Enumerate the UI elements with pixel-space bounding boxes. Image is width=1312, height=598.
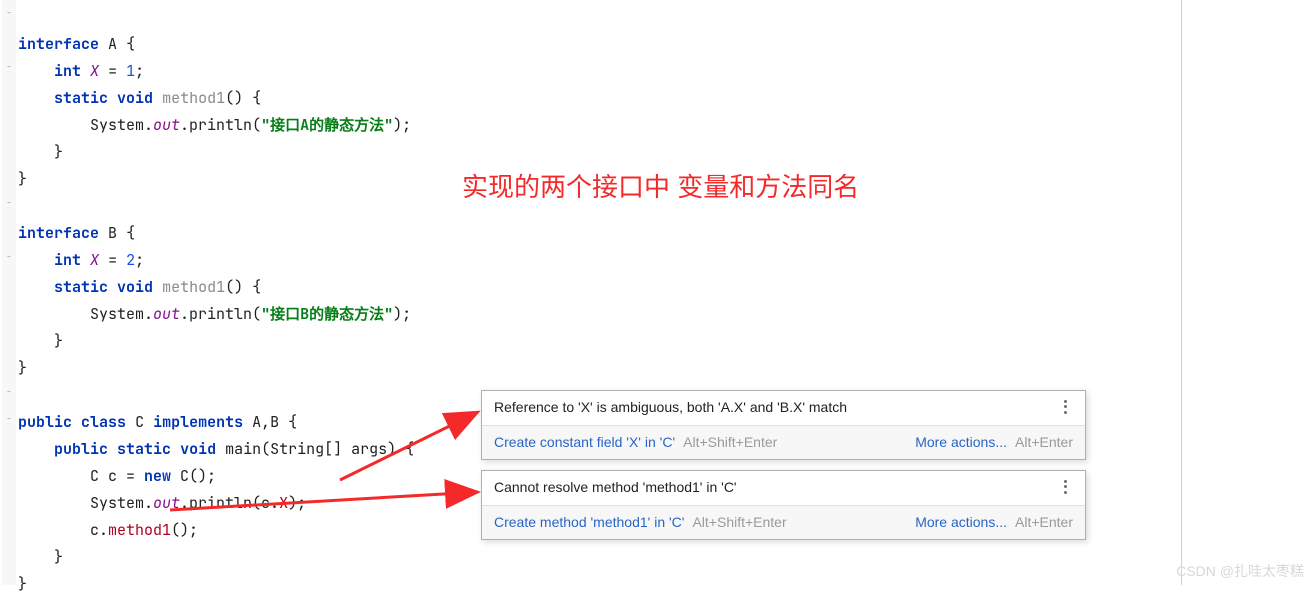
tooltip-message: Cannot resolve method 'method1' in 'C' (494, 479, 737, 495)
shortcut-text: Alt+Shift+Enter (683, 434, 777, 450)
shortcut-text: Alt+Shift+Enter (692, 514, 786, 530)
quick-fix-link[interactable]: Create method 'method1' in 'C' (494, 514, 684, 530)
annotation-text: 实现的两个接口中 变量和方法同名 (462, 167, 859, 204)
error-X-ref[interactable]: X (279, 493, 288, 513)
shortcut-text: Alt+Enter (1015, 514, 1073, 530)
field-X: X (90, 250, 99, 270)
more-options-icon[interactable] (1057, 479, 1073, 495)
quick-fix-link[interactable]: Create constant field 'X' in 'C' (494, 434, 675, 450)
error-method1-ref[interactable]: method1 (108, 520, 171, 540)
more-actions-link[interactable]: More actions... (915, 434, 1007, 450)
source-code[interactable]: interface A { int X = 1; static void met… (18, 4, 414, 598)
error-tooltip-ambiguous-x: Reference to 'X' is ambiguous, both 'A.X… (481, 390, 1086, 460)
more-actions-link[interactable]: More actions... (915, 514, 1007, 530)
watermark-text: CSDN @扎哇太枣糕 (1176, 561, 1304, 581)
error-tooltip-unresolved-method1: Cannot resolve method 'method1' in 'C' C… (481, 470, 1086, 540)
tooltip-message: Reference to 'X' is ambiguous, both 'A.X… (494, 399, 847, 415)
shortcut-text: Alt+Enter (1015, 434, 1073, 450)
more-options-icon[interactable] (1057, 399, 1073, 415)
field-X: X (90, 61, 99, 81)
keyword-interface: interface (18, 223, 99, 243)
method-method1: method1 (162, 88, 225, 108)
keyword-interface: interface (18, 34, 99, 54)
editor-gutter (2, 0, 16, 585)
keyword-int: int (54, 61, 81, 81)
